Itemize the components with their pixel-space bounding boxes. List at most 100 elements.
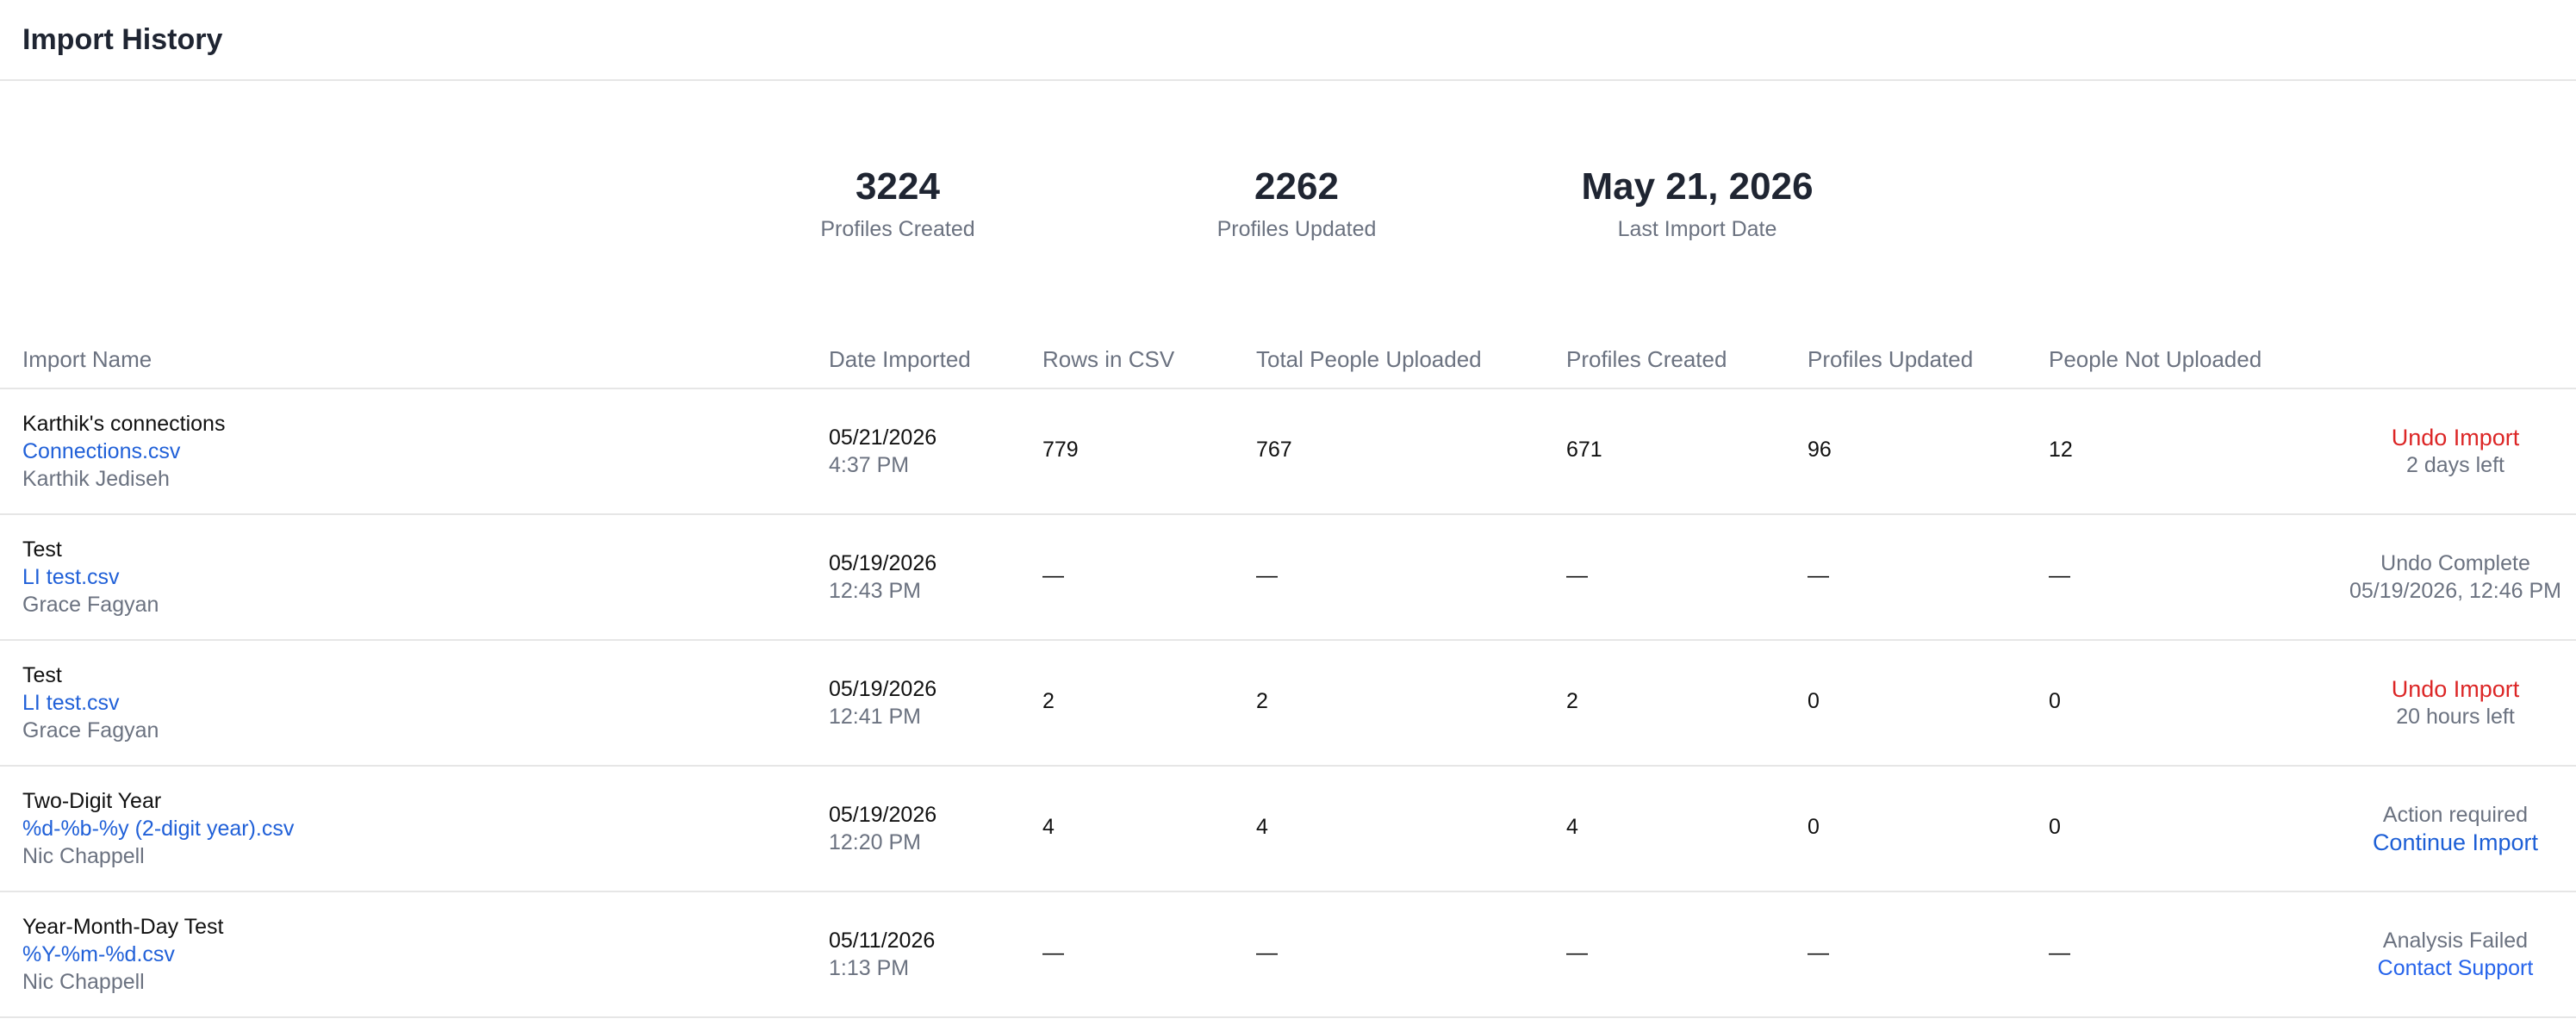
uploader-name: Karthik Jediseh [22,467,170,491]
not-uploaded-value: — [2049,941,2070,965]
import-title: Test [22,663,62,687]
time-left-text: 20 hours left [2396,705,2515,729]
import-name-cell: Test LI test.csv Grace Fagyan [22,536,159,618]
import-history-table: Import Name Date Imported Rows in CSV To… [0,332,2576,1018]
header-total-people-uploaded: Total People Uploaded [1256,346,1482,372]
rows-in-csv-value: 779 [1042,438,1079,462]
import-time: 4:37 PM [829,453,910,477]
stat-profiles-updated: 2262 Profiles Updated [1142,165,1452,242]
stat-label: Profiles Created [820,217,975,242]
uploader-name: Nic Chappell [22,970,145,994]
action-cell: Undo Complete 05/19/2026, 12:46 PM [2326,550,2576,605]
total-uploaded-value: 767 [1256,438,1292,462]
import-time: 12:20 PM [829,830,922,854]
table-row: Karthik's connections Connections.csv Ka… [0,389,2576,515]
undo-complete-timestamp: 05/19/2026, 12:46 PM [2349,579,2562,603]
undo-complete-status: Undo Complete [2380,551,2530,575]
action-cell: Action required Continue Import [2326,801,2576,856]
not-uploaded-value: 12 [2049,438,2073,462]
profiles-updated-value: 0 [1808,689,1820,713]
csv-file-link[interactable]: %d-%b-%y (2-digit year).csv [22,815,294,842]
uploader-name: Grace Fagyan [22,593,159,617]
import-time: 12:41 PM [829,705,922,729]
header-profiles-updated: Profiles Updated [1808,346,1974,372]
analysis-failed-status: Analysis Failed [2382,929,2529,953]
table-row: Two-Digit Year %d-%b-%y (2-digit year).c… [0,767,2576,892]
stat-value: 2262 [1254,165,1339,208]
header-import-name: Import Name [22,346,152,372]
profiles-updated-value: — [1808,563,1829,587]
import-date: 05/19/2026 [829,551,937,575]
import-time: 12:43 PM [829,579,922,603]
csv-file-link[interactable]: LI test.csv [22,563,159,591]
header-rows-in-csv: Rows in CSV [1042,346,1175,372]
total-uploaded-value: — [1256,941,1278,965]
rows-in-csv-value: — [1042,563,1064,587]
rows-in-csv-value: 4 [1042,815,1055,839]
undo-import-button[interactable]: Undo Import [2326,675,2576,703]
stat-value: 3224 [856,165,940,208]
profiles-created-value: 2 [1566,689,1578,713]
total-uploaded-value: 4 [1256,815,1268,839]
stat-label: Last Import Date [1617,217,1777,242]
profiles-created-value: — [1566,563,1588,587]
import-time: 1:13 PM [829,956,910,980]
not-uploaded-value: 0 [2049,689,2061,713]
import-title: Test [22,537,62,562]
profiles-updated-value: — [1808,941,1829,965]
stat-label: Profiles Updated [1216,217,1377,242]
action-cell: Undo Import 2 days left [2326,424,2576,479]
date-imported-cell: 05/19/2026 12:41 PM [829,675,936,730]
total-uploaded-value: — [1256,563,1278,587]
import-date: 05/21/2026 [829,426,937,450]
profiles-created-value: 671 [1566,438,1602,462]
rows-in-csv-value: 2 [1042,689,1055,713]
not-uploaded-value: — [2049,563,2070,587]
uploader-name: Grace Fagyan [22,718,159,742]
continue-import-link[interactable]: Continue Import [2326,829,2576,856]
table-row: Test LI test.csv Grace Fagyan 05/19/2026… [0,515,2576,641]
header-profiles-created: Profiles Created [1566,346,1727,372]
csv-file-link[interactable]: Connections.csv [22,438,225,465]
stats-summary: 3224 Profiles Created 2262 Profiles Upda… [0,81,2576,288]
date-imported-cell: 05/11/2026 1:13 PM [829,927,935,982]
table-row: Year-Month-Day Test %Y-%m-%d.csv Nic Cha… [0,892,2576,1018]
import-name-cell: Two-Digit Year %d-%b-%y (2-digit year).c… [22,787,294,870]
profiles-updated-value: 96 [1808,438,1832,462]
page-title: Import History [22,22,223,56]
header-date-imported: Date Imported [829,346,971,372]
import-name-cell: Year-Month-Day Test %Y-%m-%d.csv Nic Cha… [22,913,223,996]
header-people-not-uploaded: People Not Uploaded [2049,346,2262,372]
profiles-created-value: — [1566,941,1588,965]
import-name-cell: Karthik's connections Connections.csv Ka… [22,410,225,493]
csv-file-link[interactable]: LI test.csv [22,689,159,717]
import-date: 05/19/2026 [829,803,937,827]
date-imported-cell: 05/19/2026 12:43 PM [829,550,936,605]
import-title: Karthik's connections [22,412,226,436]
profiles-updated-value: 0 [1808,815,1820,839]
import-date: 05/11/2026 [829,929,936,953]
time-left-text: 2 days left [2406,453,2504,477]
date-imported-cell: 05/19/2026 12:20 PM [829,801,936,856]
undo-import-button[interactable]: Undo Import [2326,424,2576,451]
table-header-row: Import Name Date Imported Rows in CSV To… [0,332,2576,389]
date-imported-cell: 05/21/2026 4:37 PM [829,424,936,479]
action-cell: Analysis Failed Contact Support [2326,927,2576,982]
contact-support-link[interactable]: Contact Support [2326,954,2576,982]
csv-file-link[interactable]: %Y-%m-%d.csv [22,941,223,968]
import-name-cell: Test LI test.csv Grace Fagyan [22,662,159,744]
not-uploaded-value: 0 [2049,815,2061,839]
import-title: Two-Digit Year [22,789,162,813]
table-row: Test LI test.csv Grace Fagyan 05/19/2026… [0,641,2576,767]
uploader-name: Nic Chappell [22,844,145,868]
stat-last-import-date: May 21, 2026 Last Import Date [1542,165,1852,242]
action-required-status: Action required [2382,803,2529,827]
import-title: Year-Month-Day Test [22,915,224,939]
import-date: 05/19/2026 [829,677,937,701]
action-cell: Undo Import 20 hours left [2326,675,2576,730]
stat-profiles-created: 3224 Profiles Created [743,165,1053,242]
stat-value: May 21, 2026 [1581,165,1814,208]
profiles-created-value: 4 [1566,815,1578,839]
top-bar: Import History [0,0,2576,81]
rows-in-csv-value: — [1042,941,1064,965]
